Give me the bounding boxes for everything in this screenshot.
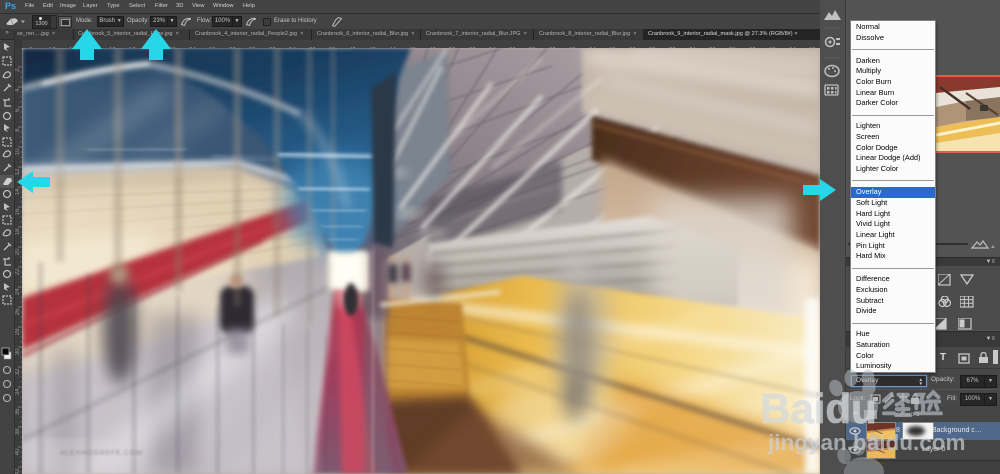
svg-text:42: 42: [15, 468, 21, 474]
svg-text:ALEXHOGREFE.COM: ALEXHOGREFE.COM: [60, 450, 143, 457]
